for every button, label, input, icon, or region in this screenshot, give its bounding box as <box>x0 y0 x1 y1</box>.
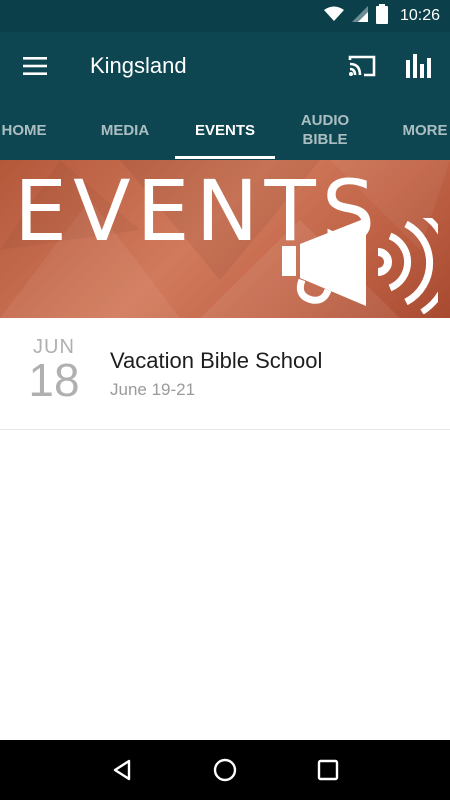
app-bar: Kingsland <box>0 32 450 100</box>
app-title: Kingsland <box>90 53 187 78</box>
tab-home[interactable]: HOME <box>0 100 74 160</box>
stats-icon[interactable] <box>390 32 446 100</box>
tab-audio-bible[interactable]: AUDIO BIBLE <box>275 100 375 160</box>
recents-icon[interactable] <box>303 745 353 795</box>
tab-events[interactable]: EVENTS <box>175 100 275 160</box>
event-dates: June 19-21 <box>110 380 196 399</box>
event-list-item[interactable]: JUN 18 Vacation Bible School June 19-21 <box>0 318 450 430</box>
system-nav-bar <box>0 740 450 800</box>
battery-icon <box>375 3 388 29</box>
tab-more[interactable]: MORE <box>375 100 450 160</box>
menu-icon[interactable] <box>0 32 70 100</box>
wifi-icon <box>323 6 344 27</box>
status-time: 10:26 <box>399 7 440 24</box>
cast-icon[interactable] <box>334 32 390 100</box>
back-icon[interactable] <box>97 745 147 795</box>
status-bar: 10:26 <box>0 0 450 32</box>
megaphone-icon <box>278 211 450 318</box>
signal-icon <box>351 5 368 27</box>
event-title: Vacation Bible School <box>110 348 323 373</box>
events-banner: EVENTS <box>0 160 450 318</box>
tab-indicator <box>175 156 275 159</box>
event-date: JUN 18 <box>22 336 86 403</box>
event-day: 18 <box>28 354 80 406</box>
tab-bar: HOME MEDIA EVENTS AUDIO BIBLE MORE <box>0 100 450 160</box>
tab-media[interactable]: MEDIA <box>75 100 175 160</box>
home-icon[interactable] <box>200 745 250 795</box>
